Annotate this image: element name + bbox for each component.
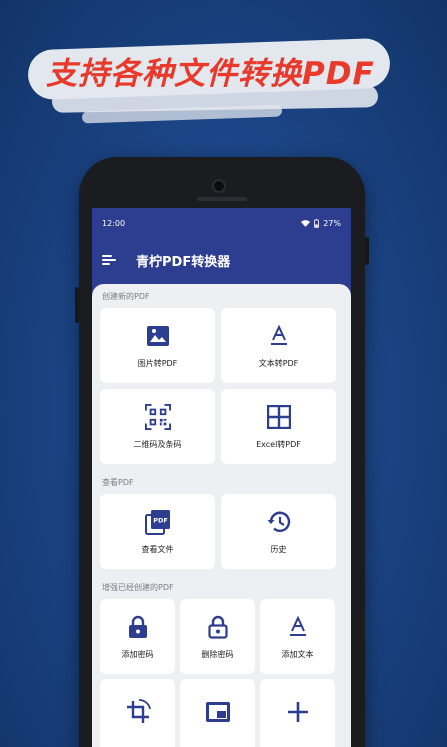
battery-level: 27%: [323, 218, 341, 228]
battery-icon: [314, 218, 320, 228]
menu-icon[interactable]: [102, 255, 116, 265]
history-icon: [267, 511, 290, 532]
main-content: 创建新的PDF 图片转PDF 文本转PDF 二维码及条码 Excel转PDF 查…: [92, 284, 351, 747]
card-label: 添加文本: [281, 649, 314, 659]
section-title-enhance: 增强已经创建的PDF: [102, 582, 174, 592]
text-format-icon: [270, 324, 287, 345]
qr-barcode-button[interactable]: 二维码及条码: [100, 389, 215, 464]
image-icon: [146, 325, 169, 346]
card-label: 文本转PDF: [258, 358, 299, 368]
lock-icon: [128, 615, 147, 638]
app-bar: 青柠PDF转换器: [92, 238, 351, 282]
app-screen: 12:00 27% 青柠PDF转换器 创建新的PDF 图片转PDF 文本转PDF…: [92, 208, 351, 747]
section-title-create: 创建新的PDF: [102, 291, 150, 301]
front-camera: [212, 179, 226, 193]
card-label: Excel转PDF: [256, 439, 301, 449]
text-format-icon: [289, 615, 306, 636]
unlock-icon: [207, 615, 228, 639]
status-time: 12:00: [102, 218, 126, 228]
rotate-icon: [126, 699, 151, 723]
card-label: 查看文件: [141, 544, 174, 554]
card-label: 图片转PDF: [137, 358, 178, 368]
earpiece-speaker: [197, 197, 247, 201]
wifi-icon: [301, 219, 311, 227]
card-label: 删除密码: [201, 649, 234, 659]
watermark-button[interactable]: [180, 679, 255, 747]
add-password-button[interactable]: 添加密码: [100, 599, 175, 674]
volume-button: [75, 287, 79, 323]
excel-to-pdf-button[interactable]: Excel转PDF: [221, 389, 336, 464]
image-to-pdf-button[interactable]: 图片转PDF: [100, 308, 215, 383]
svg-text:PDF: PDF: [153, 516, 168, 524]
qr-code-icon: [144, 403, 171, 430]
power-button: [365, 237, 369, 265]
pdf-file-icon: PDF: [144, 509, 170, 535]
card-label: 二维码及条码: [133, 439, 182, 449]
add-text-button[interactable]: 添加文本: [260, 599, 335, 674]
add-more-button[interactable]: [260, 679, 335, 747]
rotate-pages-button[interactable]: [100, 679, 175, 747]
phone-frame: 12:00 27% 青柠PDF转换器 创建新的PDF 图片转PDF 文本转PDF…: [75, 157, 369, 747]
remove-password-button[interactable]: 删除密码: [180, 599, 255, 674]
section-title-view: 查看PDF: [102, 477, 134, 487]
watermark-icon: [205, 702, 230, 722]
card-label: 添加密码: [121, 649, 154, 659]
promo-title: 支持各种文件转换PDF: [46, 56, 375, 92]
grid-icon: [266, 404, 291, 429]
promo-banner: 支持各种文件转换PDF: [22, 36, 394, 126]
text-to-pdf-button[interactable]: 文本转PDF: [221, 308, 336, 383]
history-button[interactable]: 历史: [221, 494, 336, 569]
view-files-button[interactable]: PDF 查看文件: [100, 494, 215, 569]
plus-icon: [287, 702, 308, 722]
card-label: 历史: [270, 544, 287, 554]
status-bar: 12:00 27%: [92, 208, 351, 238]
app-title: 青柠PDF转换器: [136, 254, 231, 270]
